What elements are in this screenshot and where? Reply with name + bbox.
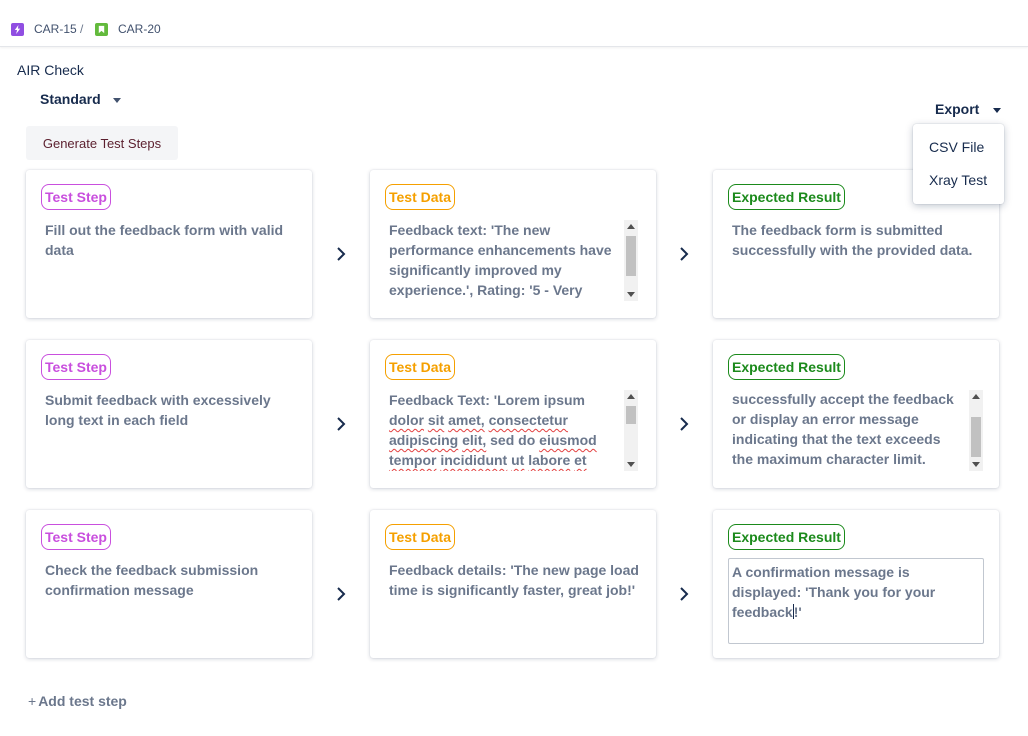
test-step-text[interactable]: Submit feedback with excessively long te… [45, 390, 299, 430]
expected-result-text[interactable]: successfully accept the feedback or disp… [732, 389, 964, 470]
chevron-right-icon [677, 416, 691, 432]
mode-select[interactable]: Standard [40, 91, 121, 107]
test-data-text-plain: Feedback Text: 'Lorem ipsum [389, 392, 586, 408]
test-step-badge: Test Step [41, 354, 111, 380]
app-title: AIR Check [17, 62, 84, 78]
scrollbar-thumb[interactable] [626, 406, 636, 424]
test-data-card[interactable]: Test Data Feedback text: 'The new perfor… [370, 170, 656, 318]
spellcheck-word: ut [511, 452, 525, 468]
test-data-card[interactable]: Test Data Feedback Text: 'Lorem ipsum do… [370, 340, 656, 488]
spellcheck-word: elit, [462, 432, 487, 448]
export-button[interactable]: Export [935, 101, 1002, 117]
spellcheck-word: eiusmod [539, 432, 597, 448]
test-data-word: do [518, 432, 536, 448]
plus-icon: + [28, 693, 37, 709]
spellcheck-word: sit [427, 412, 445, 428]
test-data-scrollbar[interactable] [624, 220, 638, 301]
breadcrumb-parent-key[interactable]: CAR-15 [34, 22, 77, 36]
top-bar: CAR-15 / CAR-20 [0, 0, 1028, 47]
test-step-badge: Test Step [41, 184, 111, 210]
test-step-badge: Test Step [41, 524, 111, 550]
spellcheck-word: dolor [389, 412, 424, 428]
test-data-card[interactable]: Test Data Feedback details: 'The new pag… [370, 510, 656, 658]
chevron-down-icon [993, 107, 1002, 113]
scroll-down-icon [627, 462, 635, 467]
test-data-word: sed [490, 432, 515, 448]
scroll-down-icon [627, 292, 635, 297]
test-step-text[interactable]: Check the feedback submission confirmati… [45, 560, 299, 600]
spellcheck-word: consectetur [488, 412, 568, 428]
breadcrumb-separator: / [80, 22, 84, 36]
expected-result-editor[interactable]: A confirmation message is displayed: 'Th… [728, 558, 984, 644]
test-data-text[interactable]: Feedback text: 'The new performance enha… [389, 220, 621, 301]
export-label: Export [935, 101, 980, 117]
menu-item-csv-file[interactable]: CSV File [929, 139, 984, 155]
add-test-step-button[interactable]: + Add test step [28, 693, 127, 709]
editor-text-tail: !' [793, 604, 802, 620]
epic-lightning-icon [11, 22, 24, 36]
menu-item-xray-test[interactable]: Xray Test [929, 172, 987, 188]
breadcrumb-parent[interactable]: CAR-15 [11, 22, 77, 36]
chevron-right-icon [334, 586, 348, 602]
spellcheck-word: labore [528, 452, 571, 468]
scroll-down-icon [972, 462, 980, 467]
test-data-badge: Test Data [385, 354, 455, 380]
test-step-text[interactable]: Fill out the feedback form with valid da… [45, 220, 299, 260]
test-data-badge: Test Data [385, 184, 455, 210]
chevron-right-icon [677, 586, 691, 602]
chevron-right-icon [334, 246, 348, 262]
spellcheck-word: incididunt [440, 452, 508, 468]
test-data-badge: Test Data [385, 524, 455, 550]
test-data-scrollbar[interactable] [624, 390, 638, 471]
add-test-step-label: Add test step [38, 693, 127, 709]
chevron-right-icon [677, 246, 691, 262]
test-step-card[interactable]: Test Step Submit feedback with excessive… [26, 340, 312, 488]
spellcheck-word: adipiscing [389, 432, 459, 448]
test-data-text[interactable]: Feedback Text: 'Lorem ipsum dolor sit am… [389, 390, 621, 471]
scroll-up-icon [627, 224, 635, 229]
expected-result-text[interactable]: The feedback form is submitted successfu… [732, 220, 986, 260]
scrollbar-thumb[interactable] [971, 417, 981, 457]
expected-result-card[interactable]: Expected Result A confirmation message i… [713, 510, 999, 658]
test-step-card[interactable]: Test Step Fill out the feedback form wit… [26, 170, 312, 318]
test-step-card[interactable]: Test Step Check the feedback submission … [26, 510, 312, 658]
scrollbar-thumb[interactable] [626, 236, 636, 276]
expected-result-scrollbar[interactable] [969, 390, 983, 471]
scroll-up-icon [972, 394, 980, 399]
expected-result-badge: Expected Result [728, 524, 845, 550]
expected-result-card[interactable]: Expected Result successfully accept the … [713, 340, 999, 488]
breadcrumb-current-key[interactable]: CAR-20 [118, 22, 161, 36]
export-menu: CSV File Xray Test [913, 124, 1004, 204]
expected-result-badge: Expected Result [728, 184, 845, 210]
story-bookmark-icon [95, 22, 108, 36]
spellcheck-word: amet, [448, 412, 485, 428]
test-data-text[interactable]: Feedback details: 'The new page load tim… [389, 560, 643, 600]
breadcrumb-current[interactable]: CAR-20 [95, 22, 161, 36]
chevron-right-icon [334, 416, 348, 432]
expected-result-badge: Expected Result [728, 354, 845, 380]
generate-test-steps-button[interactable]: Generate Test Steps [26, 126, 178, 160]
scroll-up-icon [627, 394, 635, 399]
spellcheck-word: tempor [389, 452, 437, 468]
editor-text: A confirmation message is displayed: 'Th… [732, 564, 936, 620]
spellcheck-word: et [574, 452, 587, 468]
mode-select-value: Standard [40, 91, 101, 107]
chevron-down-icon [112, 97, 121, 103]
